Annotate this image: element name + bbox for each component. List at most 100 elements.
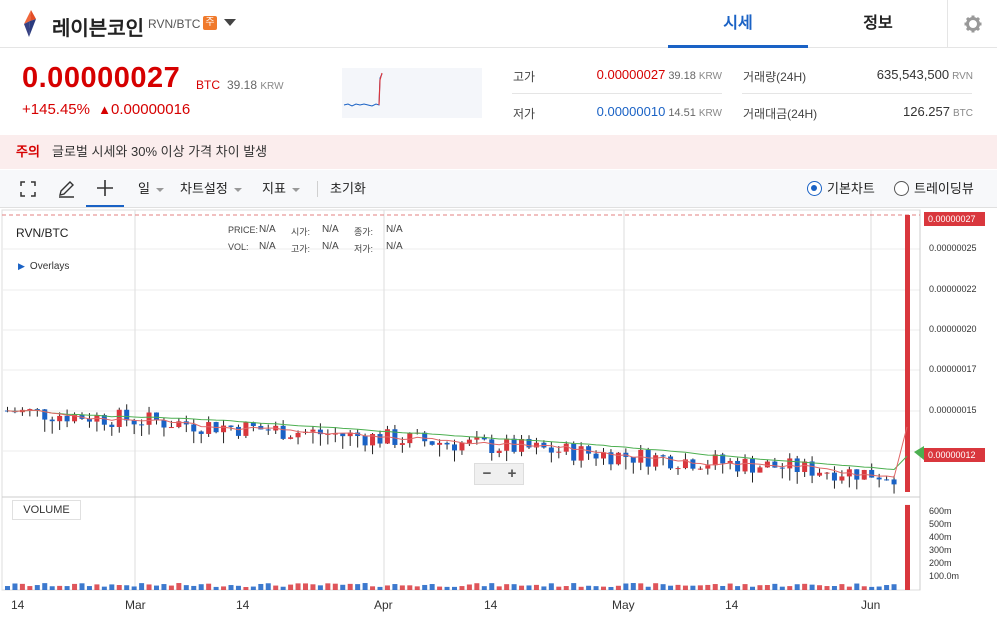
candle-body <box>399 443 405 445</box>
candle-body <box>668 456 674 469</box>
candle-body <box>787 458 793 469</box>
volume-bar <box>265 583 271 590</box>
candle-body <box>27 409 33 411</box>
volume-bar <box>19 583 25 590</box>
volume-bar <box>742 584 748 590</box>
volume-tick-label: 200m <box>929 558 952 568</box>
candle-body <box>146 412 152 425</box>
volume-bar <box>824 586 830 590</box>
candle-body <box>586 446 592 454</box>
volume-bar <box>64 586 70 590</box>
coin-select-caret-icon[interactable] <box>224 19 236 26</box>
basic-chart-label[interactable]: 기본차트 <box>827 170 875 207</box>
volume-bar <box>94 584 100 590</box>
volume-bar <box>12 583 18 590</box>
overlays-toggle[interactable]: Overlays <box>18 261 69 272</box>
chevron-down-icon <box>155 187 164 192</box>
candle-body <box>444 442 450 445</box>
x-tick-label: May <box>612 598 635 612</box>
volume-bar <box>794 584 800 590</box>
volume-bar <box>295 583 301 590</box>
candle-body <box>824 472 830 474</box>
settings-button[interactable] <box>947 0 997 48</box>
candle-body <box>794 458 800 472</box>
y-tick-label: 0.00000015 <box>929 405 977 415</box>
volume-bar <box>399 585 405 590</box>
volume-bar <box>787 586 793 590</box>
ohlc-high-label: 고가: <box>291 244 311 254</box>
crosshair-icon <box>97 180 113 196</box>
pencil-icon[interactable] <box>57 179 76 198</box>
high-value: 0.00000027 39.18 KRW <box>596 67 722 82</box>
volume-bar <box>384 585 390 590</box>
ohlc-vol-label: VOL: <box>228 242 249 252</box>
candle-body <box>519 438 525 452</box>
volume-bar <box>176 583 182 590</box>
candle-body <box>362 436 368 446</box>
volume-bar <box>474 583 480 590</box>
candle-body <box>884 479 890 481</box>
volume-bar <box>846 586 852 590</box>
chart-frame <box>1 209 921 591</box>
volume-bar <box>146 584 152 590</box>
candle-body <box>779 467 785 469</box>
volume-bar <box>764 585 770 590</box>
candle-body <box>235 426 241 436</box>
volume-bar <box>735 586 741 590</box>
volume-bar <box>645 586 651 590</box>
volume-bar <box>131 586 137 590</box>
price-change: +145.45% ▲0.00000016 <box>22 101 190 118</box>
tab-info[interactable]: 정보 <box>808 0 948 48</box>
volume-bar <box>556 586 562 590</box>
price-unit: BTC <box>196 78 220 92</box>
volume-bar <box>250 586 256 590</box>
volume-bar <box>325 583 331 590</box>
indicators-dropdown[interactable]: 지표 <box>262 170 300 207</box>
price-chart[interactable]: RVN/BTC Overlays PRICE: N/A 시가: N/A 종가: … <box>0 208 997 621</box>
mini-price-chart <box>342 68 482 118</box>
fullscreen-icon[interactable] <box>20 181 36 197</box>
ma-price-tag: 0.00000012 <box>924 448 985 462</box>
zoom-in-button[interactable]: + <box>500 464 524 484</box>
up-arrow-icon: ▲ <box>98 102 112 117</box>
current-price: 0.00000027 <box>22 62 181 94</box>
candle-body <box>735 460 741 472</box>
volume-tick-label: 600m <box>929 506 952 516</box>
candle-body <box>124 409 130 421</box>
radio-tradingview[interactable] <box>894 181 909 196</box>
candle-body <box>109 424 115 427</box>
period-dropdown[interactable]: 일 <box>138 170 164 207</box>
candlestick-chart-canvas[interactable] <box>0 208 997 621</box>
x-tick-label: Apr <box>374 598 393 612</box>
x-tick-label: 14 <box>484 598 498 612</box>
zoom-out-button[interactable]: − <box>475 464 499 484</box>
coin-name: 레이븐코인 <box>52 18 144 40</box>
volume-bar <box>861 586 867 590</box>
radio-basic-chart[interactable] <box>807 181 822 196</box>
stats-divider-2 <box>742 93 972 94</box>
volume-bar <box>630 583 636 590</box>
candle-body <box>750 458 755 473</box>
candle-body <box>64 415 70 422</box>
notice-text: 글로벌 시세와 30% 이상 가격 차이 발생 <box>52 144 268 159</box>
chart-settings-dropdown[interactable]: 차트설정 <box>180 170 242 207</box>
volume-bar <box>407 585 413 590</box>
volume-bar <box>34 585 40 590</box>
volume-bar <box>42 583 48 590</box>
tradingview-label[interactable]: 트레이딩뷰 <box>914 170 974 207</box>
volume-bar <box>876 586 882 590</box>
candle-body <box>690 459 696 469</box>
tab-quote[interactable]: 시세 <box>668 0 808 48</box>
volume-bar <box>86 586 92 590</box>
candle-body <box>511 438 517 452</box>
candle-body <box>310 429 316 432</box>
crosshair-button[interactable] <box>86 170 124 207</box>
volume-bar <box>489 583 495 590</box>
ohlc-low-value: N/A <box>386 241 403 252</box>
volume-bar <box>563 586 569 590</box>
volume-tick-label: 400m <box>929 532 952 542</box>
reset-button[interactable]: 초기화 <box>330 170 366 207</box>
chart-toolbar: 일 차트설정 지표 초기화 기본차트 트레이딩뷰 <box>0 170 997 208</box>
volume-bar <box>124 585 130 590</box>
candle-body <box>578 446 584 461</box>
